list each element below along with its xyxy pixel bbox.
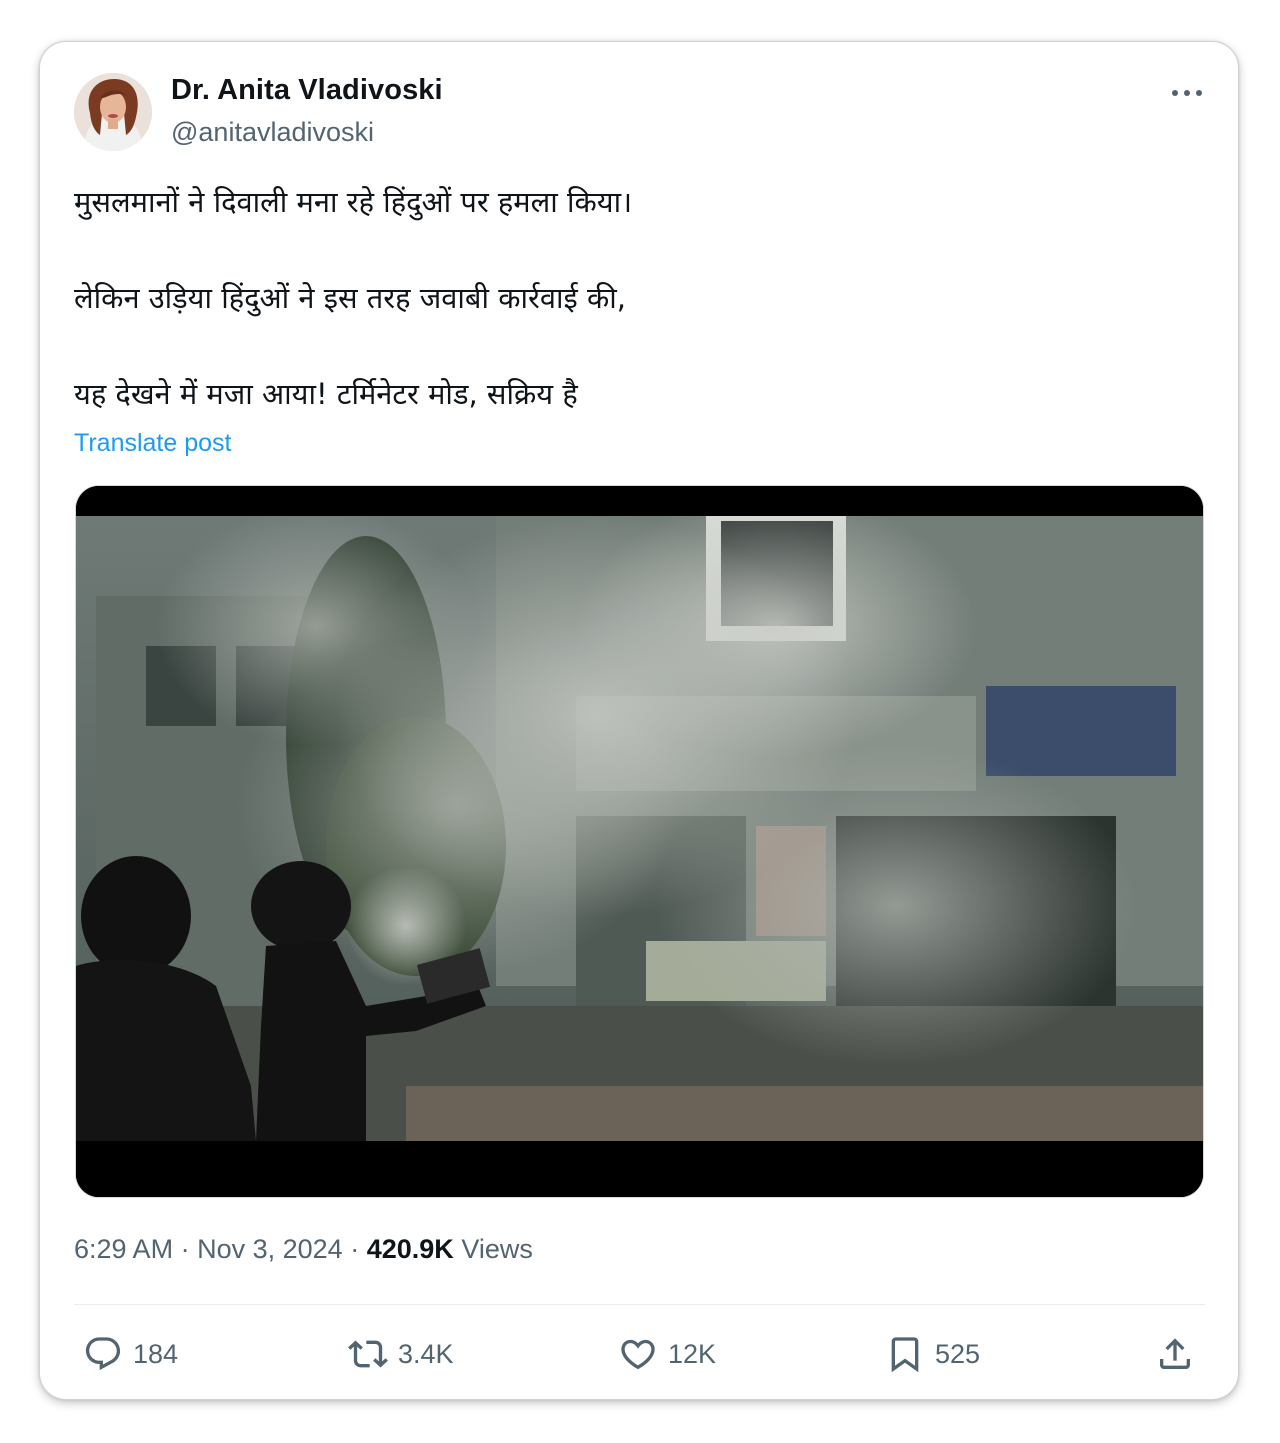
post-date[interactable]: Nov 3, 2024	[197, 1234, 343, 1264]
repost-icon	[348, 1340, 388, 1368]
views-label: Views	[461, 1234, 533, 1264]
post-line: मुसलमानों ने दिवाली मना रहे हिंदुओं पर ह…	[74, 185, 633, 219]
post-line: लेकिन उड़िया हिंदुओं ने इस तरह जवाबी कार…	[74, 281, 626, 315]
like-count: 12K	[668, 1338, 717, 1369]
bookmark-icon	[891, 1337, 919, 1373]
post-line: यह देखने में मजा आया! टर्मिनेटर मोड, सक्…	[74, 377, 578, 411]
like-button[interactable]: 12K	[618, 1332, 716, 1376]
video-player[interactable]	[75, 485, 1204, 1198]
bookmark-button[interactable]: 525	[885, 1332, 980, 1376]
meta-separator: ·	[350, 1234, 360, 1264]
divider	[74, 1304, 1205, 1305]
views-count: 420.9K	[366, 1234, 454, 1264]
repost-button[interactable]: 3.4K	[348, 1332, 454, 1376]
more-horizontal-icon	[1172, 90, 1202, 96]
heart-icon	[621, 1339, 655, 1370]
translate-post-link[interactable]: Translate post	[74, 429, 231, 458]
share-button[interactable]	[1155, 1332, 1195, 1376]
action-bar: 184 3.4K 12K 525	[40, 1332, 1238, 1376]
author-handle[interactable]: @anitavladivoski	[171, 117, 374, 148]
bookmark-count: 525	[935, 1338, 981, 1369]
more-icon[interactable]	[1165, 76, 1209, 110]
avatar[interactable]	[74, 73, 152, 151]
reply-count: 184	[133, 1338, 179, 1369]
avatar-image	[74, 73, 152, 151]
reply-icon	[85, 1337, 121, 1371]
author-display-name[interactable]: Dr. Anita Vladivoski	[171, 74, 443, 107]
video-frame	[76, 486, 1203, 1197]
share-icon	[1160, 1338, 1190, 1369]
repost-count: 3.4K	[398, 1338, 454, 1369]
reply-button[interactable]: 184	[83, 1332, 178, 1376]
tweet-card: Dr. Anita Vladivoski @anitavladivoski मु…	[40, 42, 1238, 1399]
post-time[interactable]: 6:29 AM	[74, 1234, 173, 1264]
post-meta: 6:29 AM · Nov 3, 2024 · 420.9K Views	[74, 1234, 533, 1265]
meta-separator: ·	[180, 1234, 190, 1264]
